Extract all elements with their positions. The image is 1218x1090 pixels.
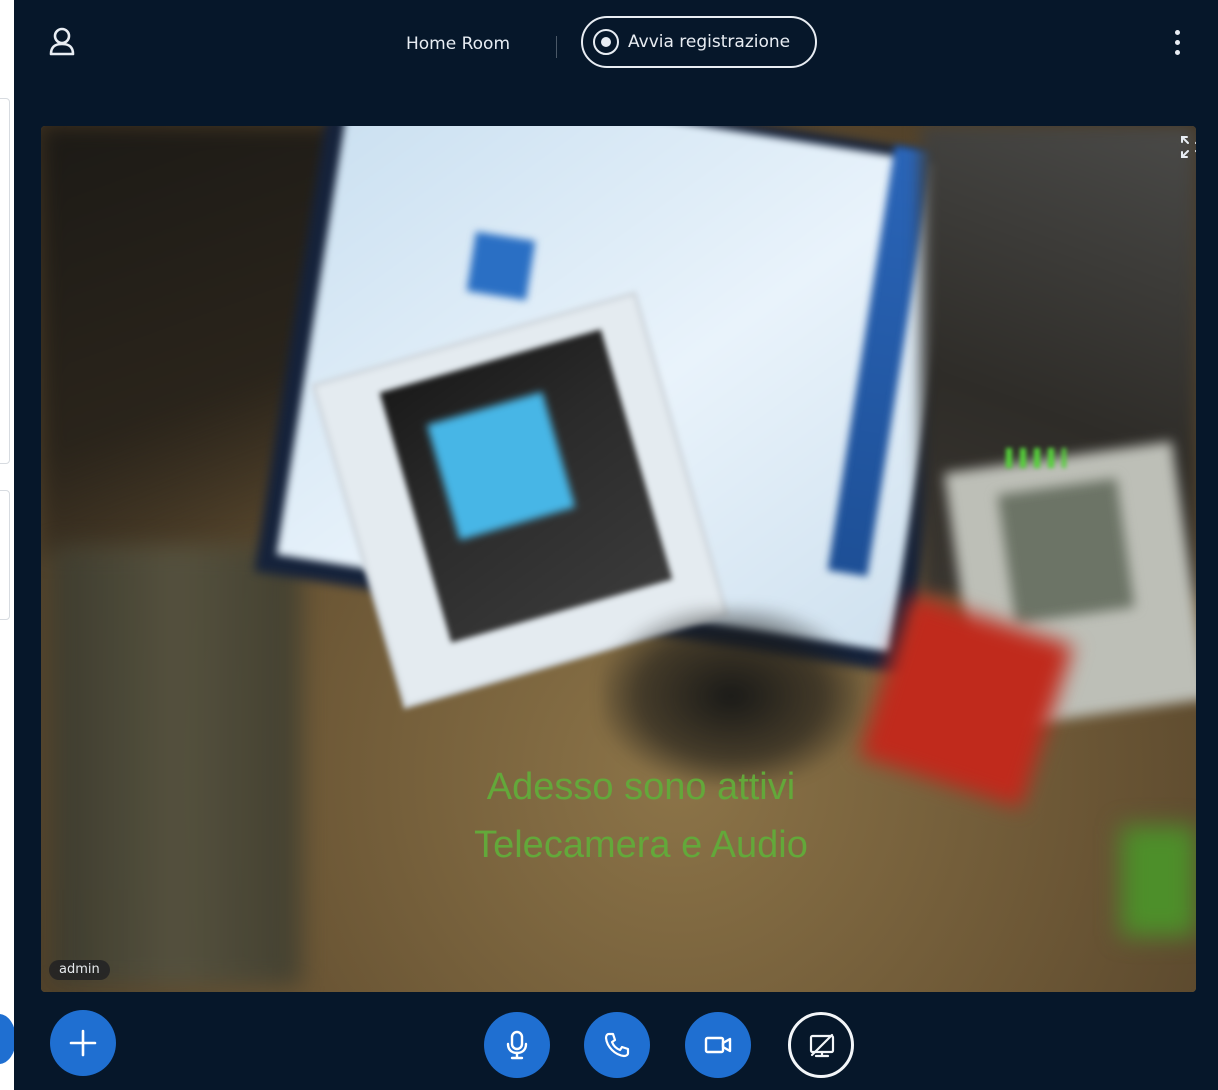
microphone-button[interactable] (484, 1012, 550, 1078)
screenshare-off-icon (809, 1033, 835, 1058)
fullscreen-button[interactable] (1179, 134, 1196, 160)
plus-icon (69, 1029, 97, 1057)
phone-icon (604, 1032, 630, 1058)
kebab-menu-icon (1175, 30, 1180, 35)
more-options-button[interactable] (1170, 28, 1184, 58)
top-bar: Home Room Avvia registrazione (14, 0, 1218, 86)
screenshare-button[interactable] (788, 1012, 854, 1078)
microphone-icon (506, 1030, 528, 1060)
video-feed: Adesso sono attivi Telecamera e Audio ad… (41, 126, 1196, 992)
record-icon (593, 29, 619, 55)
left-side-panel (0, 0, 16, 1090)
add-button[interactable] (50, 1010, 116, 1076)
overlay-line-1: Adesso sono attivi (486, 766, 796, 808)
camera-button[interactable] (685, 1012, 751, 1078)
conference-app: Home Room Avvia registrazione Adesso son… (14, 0, 1218, 1090)
user-button[interactable] (48, 26, 76, 58)
user-icon (49, 27, 75, 56)
overlay-line-2: Telecamera e Audio (474, 824, 808, 866)
title-divider (556, 36, 557, 58)
side-card-bottom (0, 490, 10, 620)
start-recording-label: Avvia registrazione (628, 32, 791, 52)
fullscreen-icon (1181, 136, 1196, 158)
video-camera-icon (704, 1036, 732, 1054)
participant-name-tag: admin (49, 960, 110, 980)
start-recording-button[interactable]: Avvia registrazione (581, 16, 817, 68)
side-card-top (0, 98, 10, 464)
phone-button[interactable] (584, 1012, 650, 1078)
overlay-annotation: Adesso sono attivi Telecamera e Audio (391, 758, 891, 874)
room-title: Home Room (406, 34, 511, 54)
